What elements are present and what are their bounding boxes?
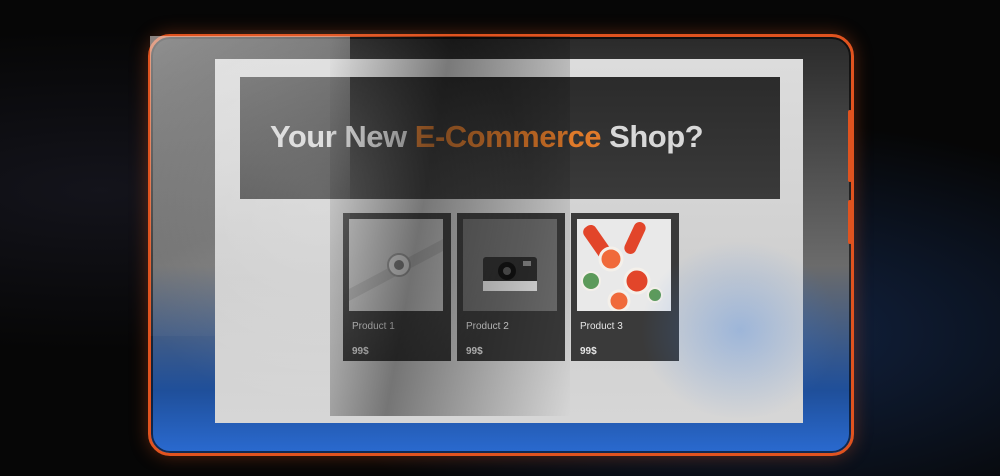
tablet-screen: Your New E-Commerce Shop? Product 1 99$	[215, 59, 803, 423]
smartwatch-icon	[349, 219, 443, 311]
hero-title-part2: Shop?	[601, 119, 704, 154]
product-name: Product 1	[352, 321, 395, 332]
hero-title: Your New E-Commerce Shop?	[270, 119, 780, 155]
hero-title-accent: E-Commerce	[414, 119, 602, 154]
product-card[interactable]: Product 2 99$	[457, 213, 565, 361]
product-name: Product 2	[466, 321, 509, 332]
instant-camera-icon	[463, 219, 557, 311]
tablet-side-button	[848, 200, 852, 244]
product-price: 99$	[352, 346, 369, 357]
citrus-slices-icon	[577, 219, 671, 311]
product-card[interactable]: Product 3 99$	[571, 213, 679, 361]
product-grid: Product 1 99$ Product 2 99$ Product 3 99…	[343, 213, 679, 361]
product-name: Product 3	[580, 321, 623, 332]
product-price: 99$	[580, 346, 597, 357]
product-price: 99$	[466, 346, 483, 357]
scene: Your New E-Commerce Shop? Product 1 99$	[0, 0, 1000, 476]
tablet-frame: Your New E-Commerce Shop? Product 1 99$	[148, 34, 854, 456]
hero-title-part1: Your New	[270, 119, 415, 154]
tablet-side-button	[848, 110, 852, 182]
hero-banner: Your New E-Commerce Shop?	[240, 77, 780, 199]
product-card[interactable]: Product 1 99$	[343, 213, 451, 361]
